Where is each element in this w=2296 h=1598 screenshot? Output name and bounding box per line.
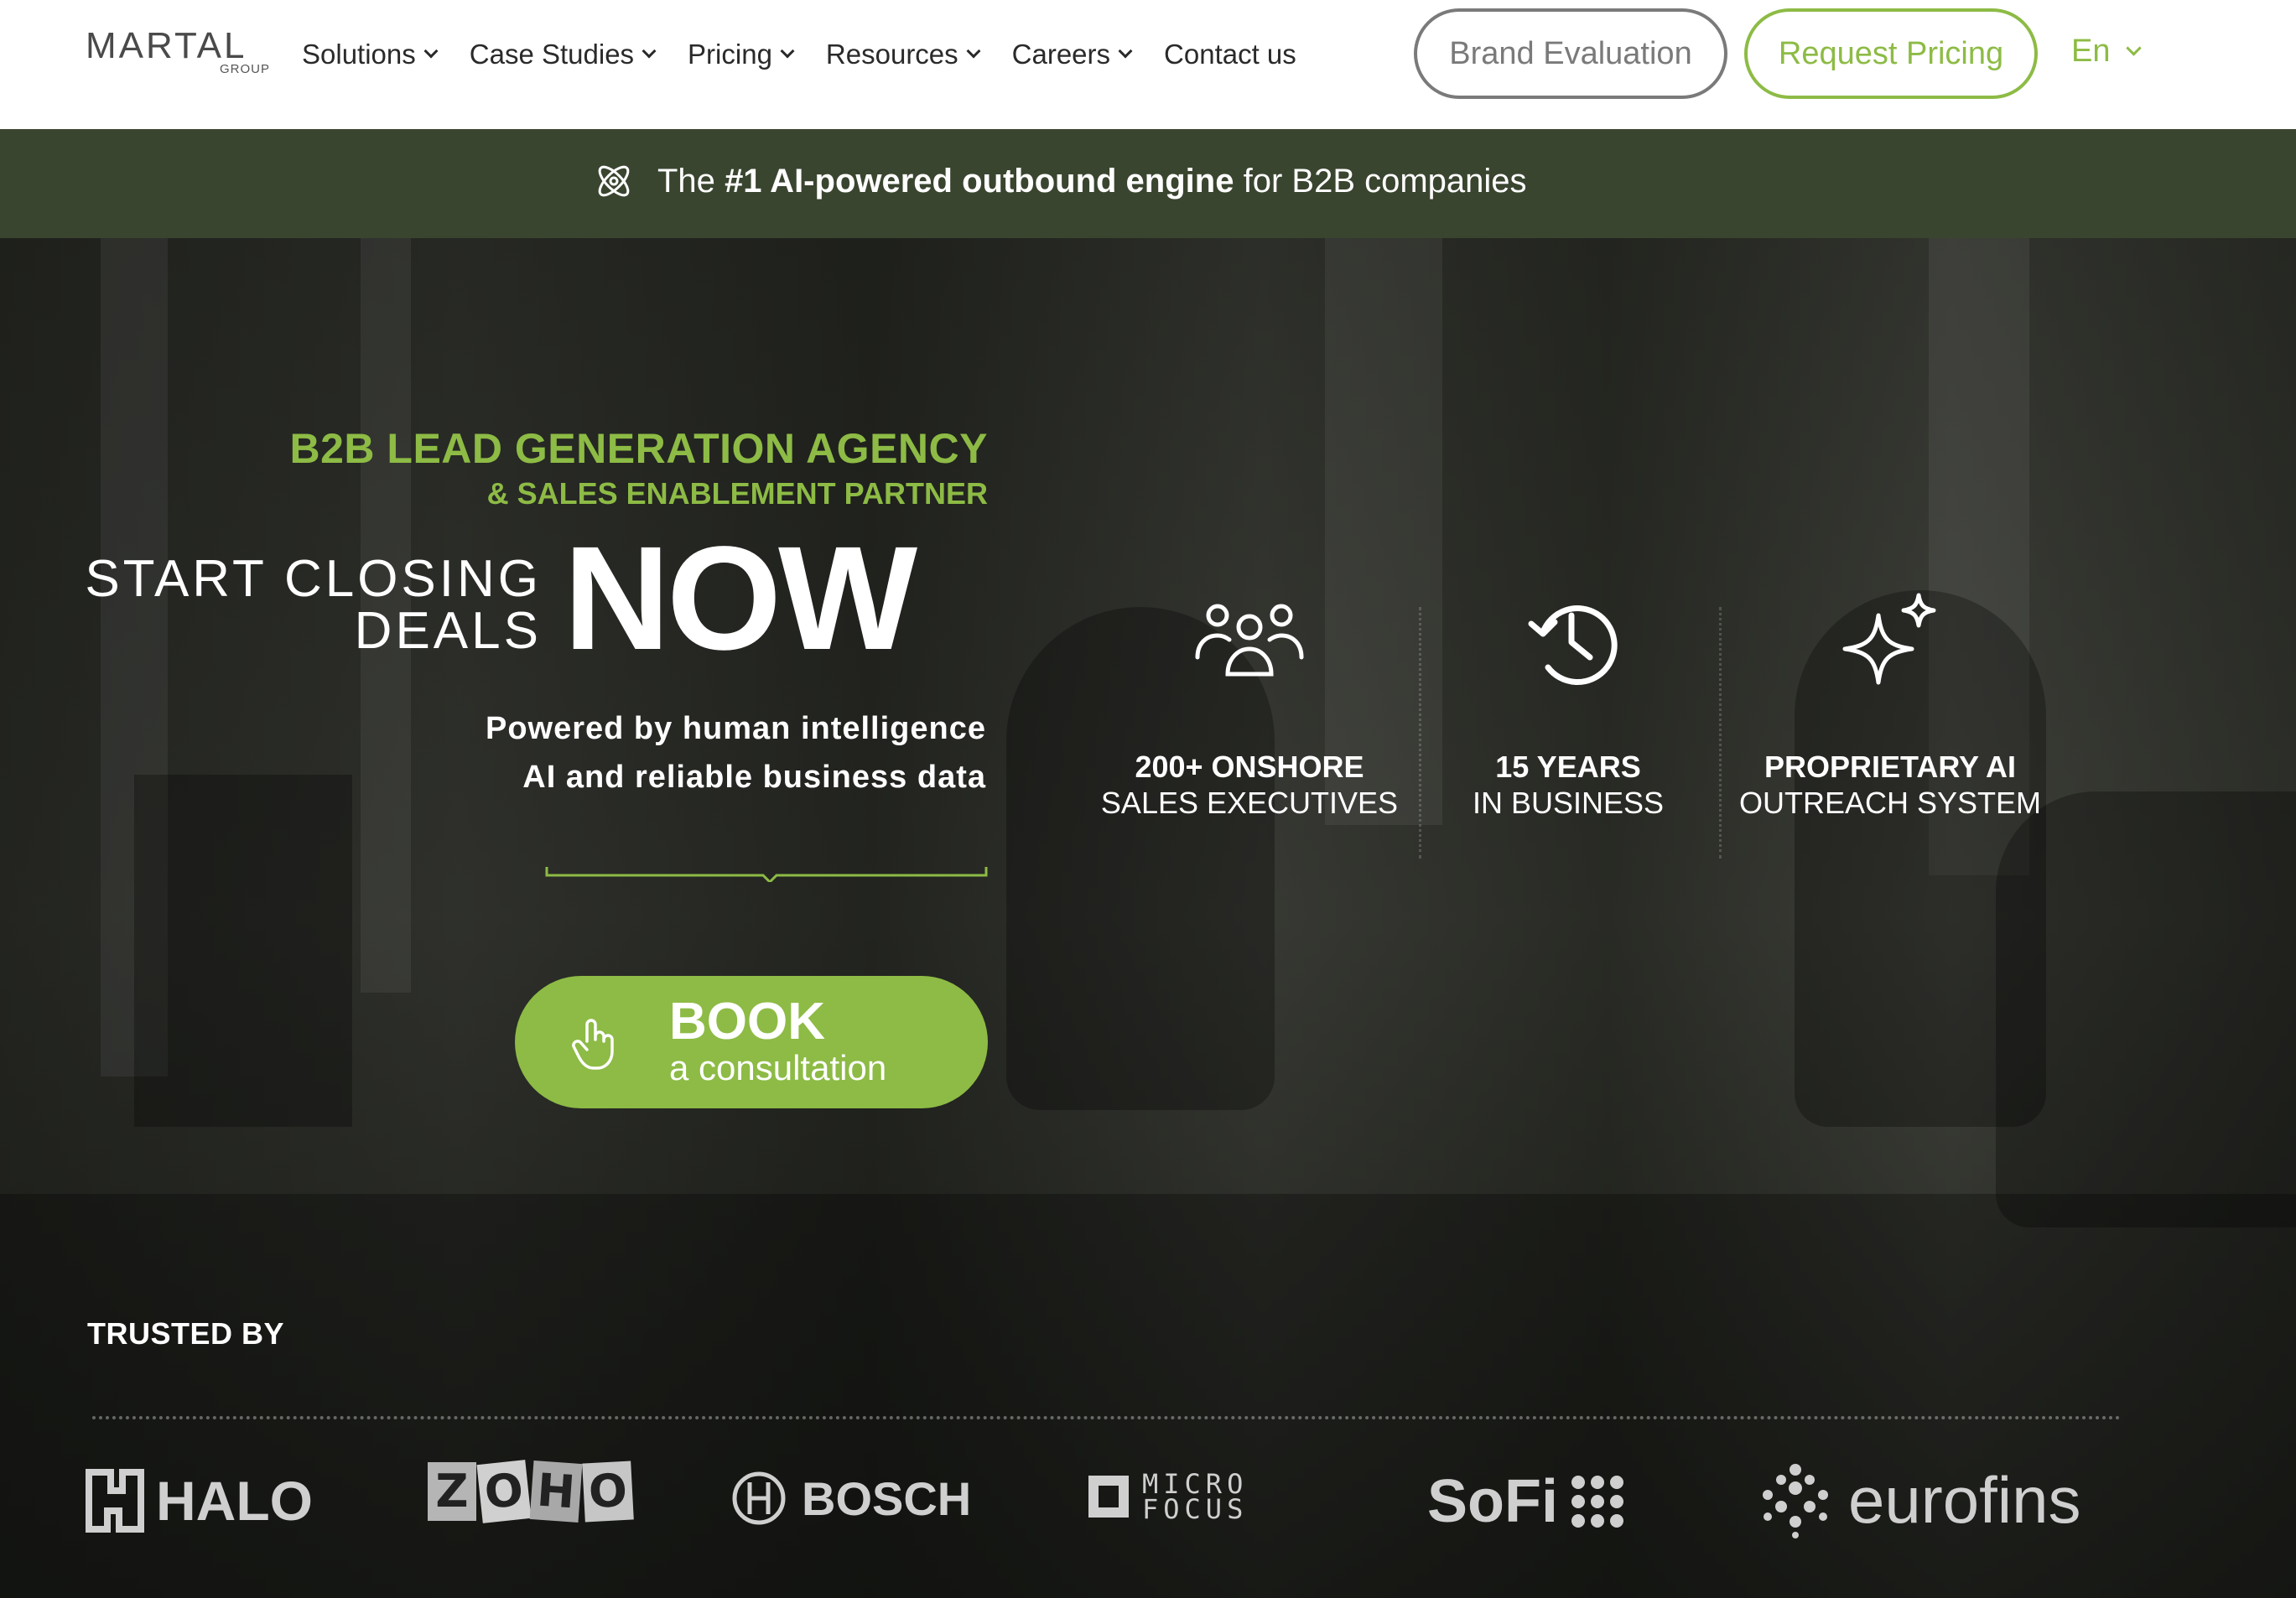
- nav-careers[interactable]: Careers: [1011, 39, 1133, 70]
- stat-2-regular: IN BUSINESS: [1472, 786, 1665, 820]
- chevron-down-icon: [2126, 40, 2143, 56]
- banner-prefix: The: [657, 162, 715, 200]
- hero-kicker: B2B LEAD GENERATION AGENCY: [289, 425, 988, 472]
- nav-case-studies[interactable]: Case Studies: [469, 39, 657, 70]
- site-header: MARTAL GROUP Solutions Case Studies Pric…: [0, 0, 2296, 129]
- sparkle-icon: [1842, 593, 1936, 685]
- chevron-down-icon: [780, 44, 795, 59]
- chevron-down-icon: [1118, 44, 1133, 59]
- hero-kicker-sub: & SALES ENABLEMENT PARTNER: [486, 476, 988, 511]
- divider-bracket: [545, 867, 988, 882]
- zoho-tile: O: [476, 1460, 532, 1523]
- book-consultation-button[interactable]: BOOK a consultation: [515, 976, 988, 1108]
- banner-bold: #1 AI-powered outbound engine: [725, 162, 1234, 200]
- banner-suffix: for B2B companies: [1243, 162, 1527, 200]
- request-pricing-button[interactable]: Request Pricing: [1744, 8, 2038, 99]
- chevron-down-icon: [966, 44, 981, 59]
- martal-logo[interactable]: MARTAL GROUP: [86, 25, 278, 84]
- chevron-down-icon: [423, 44, 439, 59]
- hero-headline-line2: DEALS: [354, 602, 542, 660]
- atom-icon: [598, 165, 630, 197]
- logo-wordmark: MARTAL: [86, 25, 247, 66]
- cta-sub-text: a consultation: [669, 1048, 887, 1087]
- zoho-logo: ZOHO: [428, 1460, 636, 1523]
- halo-mark-icon: [86, 1469, 144, 1533]
- eurofins-dots-icon: [1763, 1463, 1828, 1538]
- eurofins-logo: eurofins: [1758, 1462, 2081, 1538]
- stat-3-regular: OUTREACH SYSTEM: [1738, 786, 2042, 820]
- hero-subheadline-line1: Powered by human intelligence: [485, 711, 986, 746]
- cta-main-text: BOOK: [669, 993, 825, 1051]
- trusted-by-heading: TRUSTED BY: [87, 1316, 285, 1351]
- nav-pricing[interactable]: Pricing: [688, 39, 795, 70]
- hero-subheadline-line2: AI and reliable business data: [522, 760, 986, 795]
- stat-sales-executives: 200+ ONSHORE SALES EXECUTIVES: [1090, 590, 1409, 822]
- bg-person-silhouette: [1996, 791, 2296, 1227]
- nav-solutions[interactable]: Solutions: [302, 39, 439, 70]
- nav-contact[interactable]: Contact us: [1164, 39, 1296, 70]
- stat-divider: [1719, 607, 1722, 859]
- stat-1-bold: 200+ ONSHORE: [1135, 750, 1364, 784]
- nav-contact-label: Contact us: [1164, 39, 1296, 70]
- sofi-wordmark: SoFi: [1427, 1468, 1558, 1535]
- sofi-logo: SoFi: [1427, 1467, 1625, 1536]
- nav-case-studies-label: Case Studies: [469, 39, 635, 70]
- hero-subheadline: Powered by human intelligence AI and rel…: [486, 704, 986, 802]
- halo-logo: HALO: [86, 1469, 313, 1533]
- halo-wordmark: HALO: [156, 1470, 313, 1532]
- zoho-tile: O: [582, 1461, 634, 1523]
- hero-headline-now: NOW: [564, 516, 917, 681]
- zoho-tile: H: [529, 1461, 583, 1523]
- zoho-tile: Z: [428, 1462, 476, 1521]
- nav-solutions-label: Solutions: [302, 39, 416, 70]
- announcement-banner: The #1 AI-powered outbound engine for B2…: [0, 129, 2296, 238]
- logo-subtext: GROUP: [219, 62, 270, 76]
- hero-headline-start: START CLOSING DEALS: [85, 553, 542, 657]
- stat-2-bold: 15 YEARS: [1495, 750, 1641, 784]
- hero-headline-line1: START CLOSING: [85, 550, 542, 608]
- sofi-dots-icon: [1571, 1476, 1623, 1528]
- nav-resources-label: Resources: [825, 39, 958, 70]
- eurofins-wordmark: eurofins: [1848, 1463, 2081, 1537]
- nav-pricing-label: Pricing: [688, 39, 772, 70]
- micro-focus-text: MICRO FOCUS: [1142, 1471, 1249, 1525]
- client-logos: HALO ZOHO BOSCH MICRO FOCUS SoFi eurofin…: [0, 1460, 2296, 1563]
- bosch-armature-icon: [732, 1471, 786, 1525]
- pointer-hand-icon: [572, 1019, 614, 1070]
- history-clock-icon: [1528, 605, 1618, 685]
- banner-text: The #1 AI-powered outbound engine for B2…: [592, 159, 1527, 203]
- focus-line: FOCUS: [1142, 1493, 1249, 1525]
- micro-focus-logo: MICRO FOCUS: [1083, 1471, 1248, 1523]
- chevron-down-icon: [642, 44, 657, 59]
- main-nav: Solutions Case Studies Pricing Resources…: [302, 34, 1330, 75]
- hero-section: B2B LEAD GENERATION AGENCY & SALES ENABL…: [0, 238, 2296, 1598]
- bg-cabinet: [134, 775, 352, 1127]
- bosch-wordmark: BOSCH: [802, 1471, 972, 1525]
- stat-years: 15 YEARS IN BUSINESS: [1409, 590, 1727, 822]
- dotted-divider: [92, 1416, 2122, 1419]
- nav-resources[interactable]: Resources: [825, 39, 981, 70]
- bosch-logo: BOSCH: [731, 1471, 971, 1526]
- brand-evaluation-button[interactable]: Brand Evaluation: [1414, 8, 1727, 99]
- micro-focus-mark-icon: [1088, 1476, 1129, 1518]
- language-label: En: [2071, 34, 2111, 69]
- nav-careers-label: Careers: [1011, 39, 1111, 70]
- team-icon: [1195, 604, 1304, 677]
- stat-ai-system: PROPRIETARY AI OUTREACH SYSTEM: [1731, 590, 2049, 822]
- language-selector[interactable]: En: [2071, 34, 2143, 70]
- stat-3-bold: PROPRIETARY AI: [1764, 750, 2017, 784]
- stat-1-regular: SALES EXECUTIVES: [1100, 786, 1399, 820]
